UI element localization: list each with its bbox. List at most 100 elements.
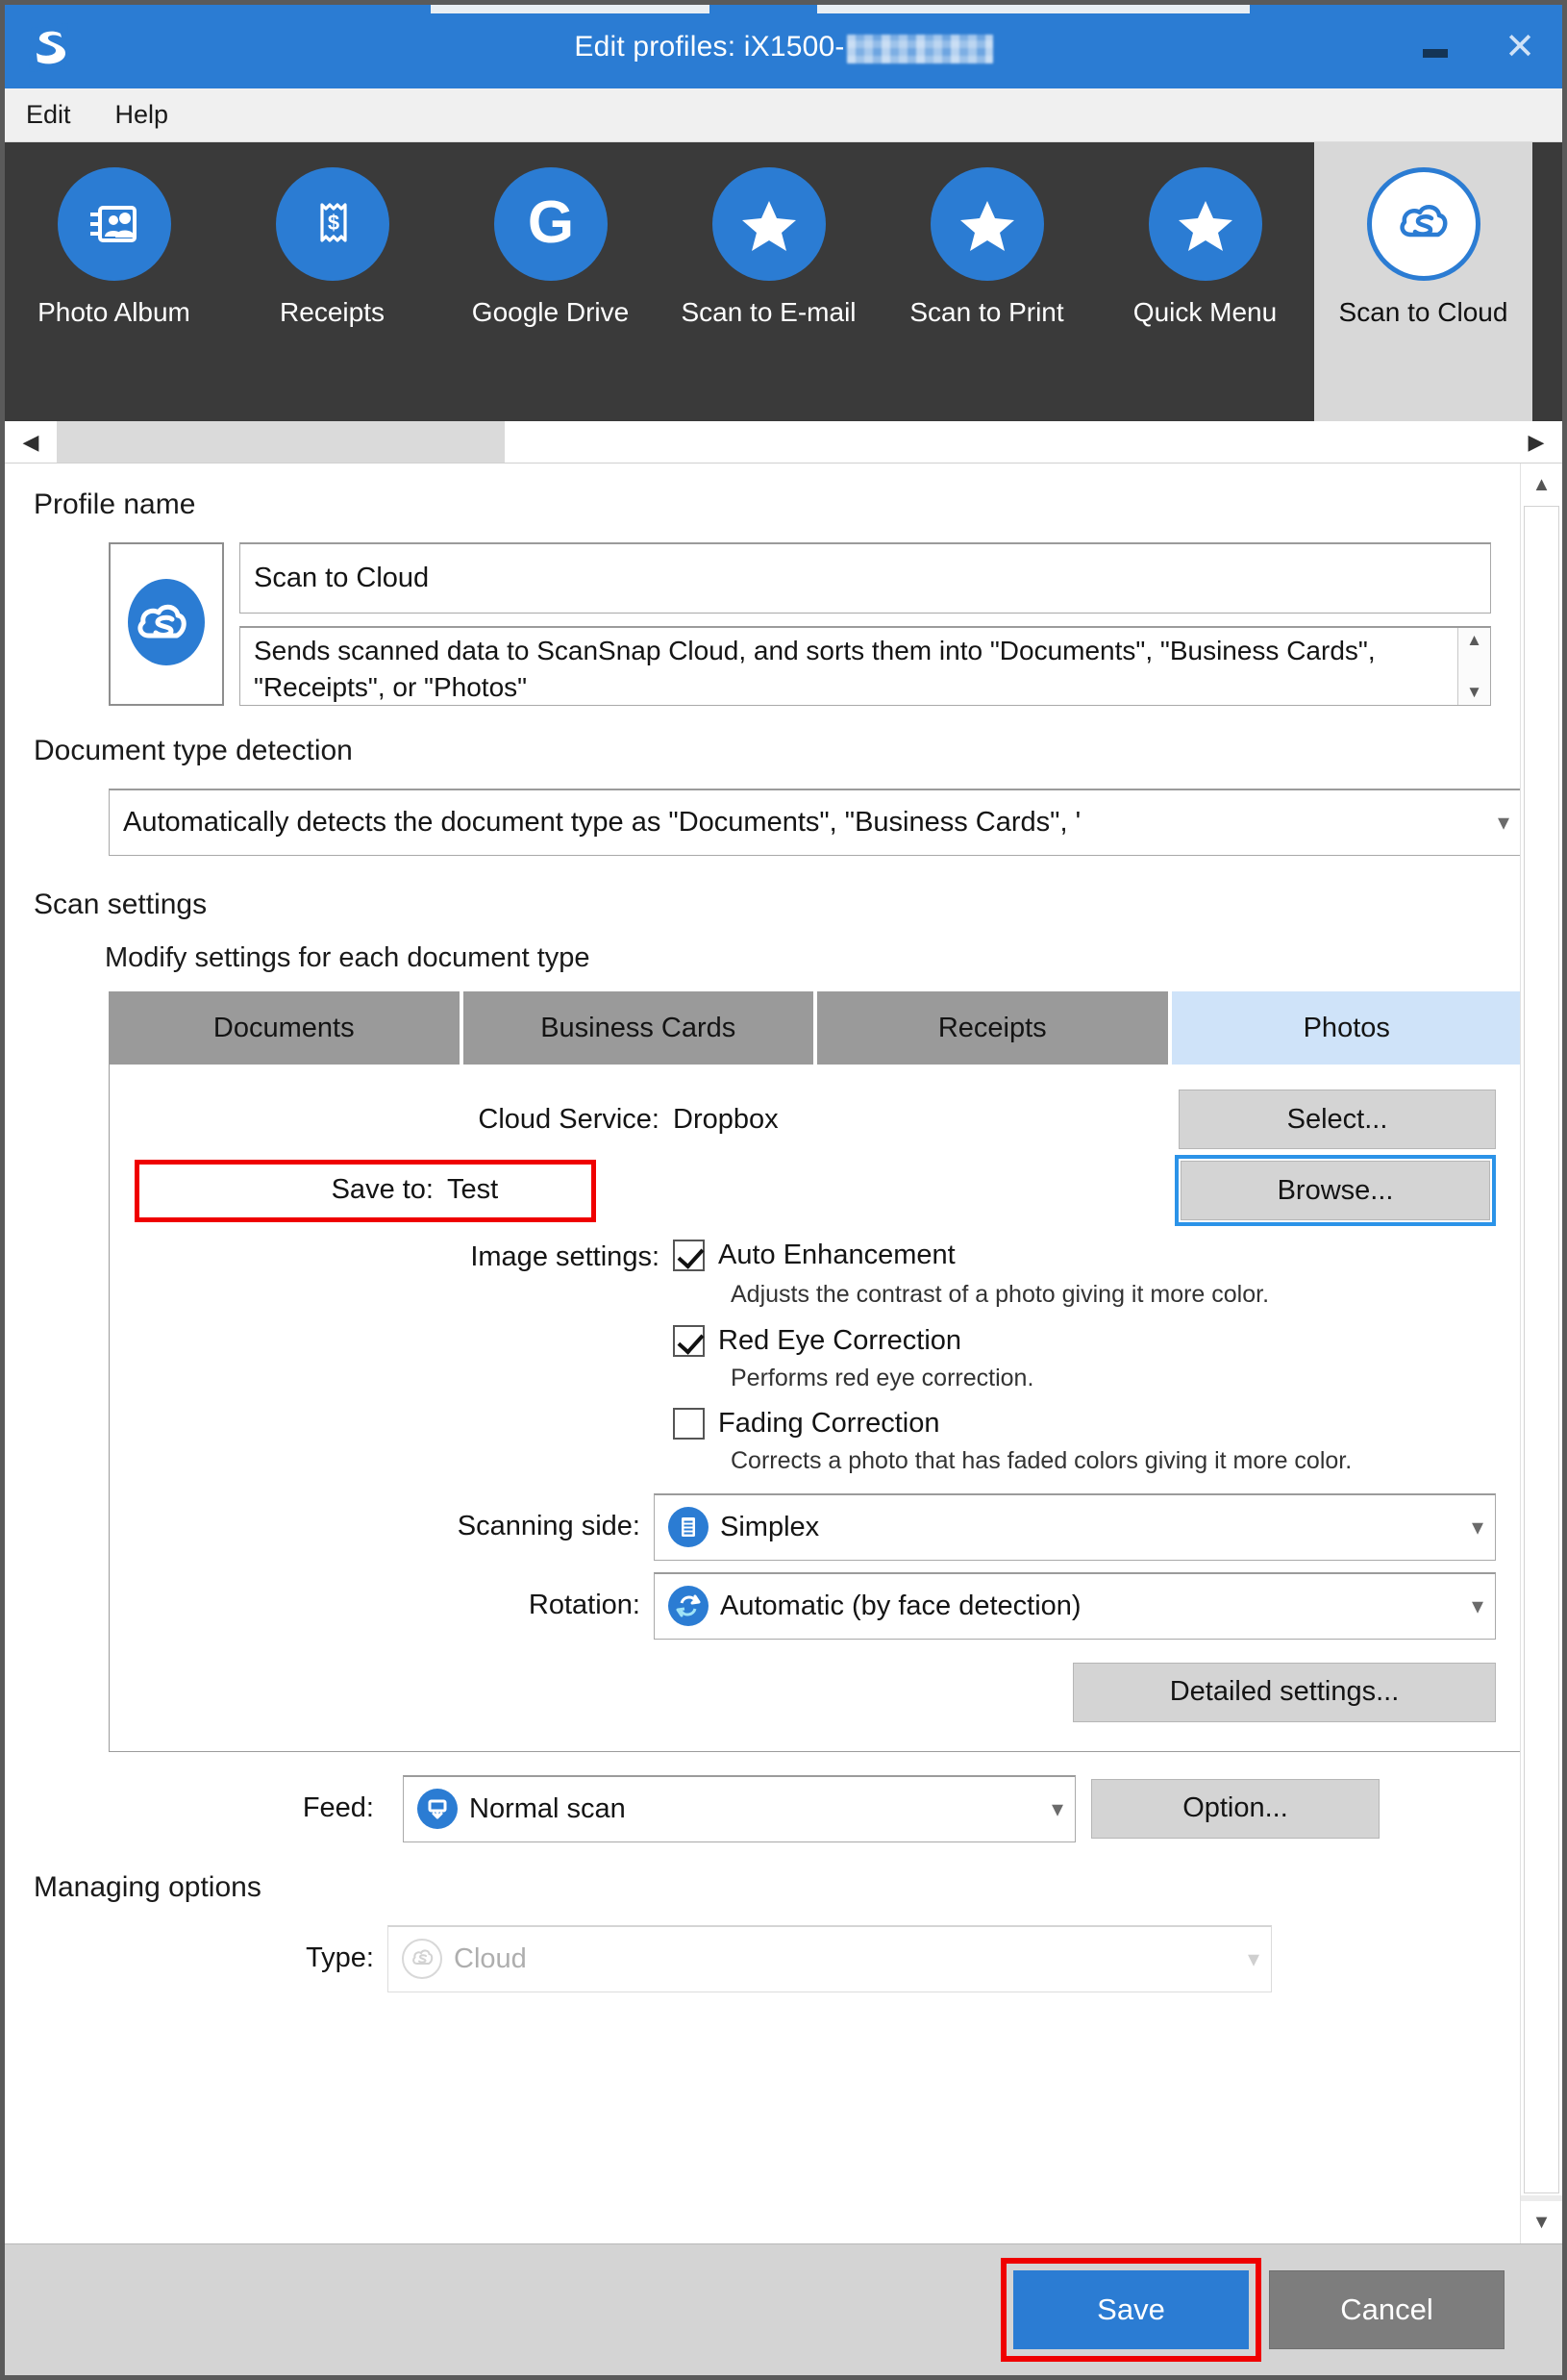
chevron-down-icon: ▾ <box>1471 1592 1483 1619</box>
window-title-text: Edit profiles: iX1500- <box>574 30 845 63</box>
fading-correction-description: Corrects a photo that has faded colors g… <box>731 1447 1353 1474</box>
profile-tile-scan-to-cloud[interactable]: Scan to Cloud <box>1314 142 1532 421</box>
vscrollbar-track-lower[interactable] <box>1521 2195 1562 2201</box>
save-to-value: Test <box>447 1173 499 1205</box>
scansnap-cloud-icon <box>120 576 212 673</box>
profile-tile-label: Scan to Print <box>909 297 1064 327</box>
window-controls: ✕ <box>1393 5 1562 88</box>
edit-profiles-window: Edit profiles: iX1500- ✕ Edit Help Photo… <box>0 0 1567 2380</box>
scroll-down-icon[interactable]: ▼ <box>1521 2201 1562 2243</box>
feed-select[interactable]: Normal scan ▾ <box>403 1774 1076 1842</box>
save-to-label: Save to: <box>331 1173 434 1205</box>
red-eye-correction-checkbox-row[interactable]: Red Eye Correction <box>673 1324 961 1357</box>
managing-type-label: Type: <box>306 1942 374 1973</box>
document-type-tabs-wrapper: Documents Business Cards Receipts Photos… <box>109 991 1520 1752</box>
auto-enhancement-checkbox[interactable] <box>673 1240 705 1271</box>
auto-enhancement-checkbox-row[interactable]: Auto Enhancement <box>673 1240 956 1271</box>
profile-tile-label: Photo Album <box>37 297 190 327</box>
redacted-serial <box>846 35 993 63</box>
profile-tile-label: Google Drive <box>471 297 630 327</box>
menu-bar: Edit Help <box>5 88 1562 142</box>
chevron-left-icon[interactable]: ◀ <box>5 421 57 463</box>
close-icon: ✕ <box>1505 26 1535 67</box>
profile-name-heading: Profile name <box>34 489 196 520</box>
select-cloud-service-button[interactable]: Select... <box>1179 1090 1496 1149</box>
settings-vertical-scrollbar[interactable]: ▲ ▼ <box>1520 463 1562 2243</box>
cloud-service-label: Cloud Service: <box>478 1103 659 1135</box>
profile-tile-quick-menu[interactable]: Quick Menu <box>1096 142 1314 421</box>
star-icon <box>930 167 1044 281</box>
profile-tile-label: Scan to Cloud <box>1338 297 1508 327</box>
feed-option-button[interactable]: Option... <box>1091 1778 1380 1839</box>
star-icon <box>711 167 826 281</box>
rotation-value: Automatic (by face detection) <box>720 1590 1082 1621</box>
scanning-side-select[interactable]: Simplex ▾ <box>654 1492 1496 1561</box>
profile-tile-google-drive[interactable]: G Google Drive <box>441 142 659 421</box>
vscrollbar-thumb[interactable] <box>1524 506 1559 2193</box>
feed-row: Feed: Normal scan ▾ Option... <box>109 1774 1520 1842</box>
hscrollbar-thumb[interactable] <box>57 421 505 463</box>
document-type-detection-heading: Document type detection <box>34 735 353 766</box>
profile-description-scrollbar[interactable]: ▲ ▼ <box>1457 628 1490 705</box>
browse-button-focus-ring: Browse... <box>1175 1155 1496 1226</box>
document-type-tabs: Documents Business Cards Receipts Photos <box>109 991 1520 1065</box>
image-settings-row: Image settings: Auto Enhancement <box>135 1240 1496 1273</box>
chevron-right-icon[interactable]: ▶ <box>1510 421 1562 463</box>
minimize-icon <box>1423 49 1448 58</box>
browse-button[interactable]: Browse... <box>1181 1161 1490 1220</box>
auto-enhancement-label: Auto Enhancement <box>718 1240 956 1270</box>
tab-receipts[interactable]: Receipts <box>817 991 1168 1065</box>
save-button-highlight-box: Save <box>1001 2258 1261 2362</box>
auto-enhancement-description: Adjusts the contrast of a photo giving i… <box>731 1281 1270 1308</box>
profile-tile-photo-album[interactable]: Photo Album <box>5 142 223 421</box>
minimize-button[interactable] <box>1393 5 1478 88</box>
red-eye-correction-checkbox[interactable] <box>673 1324 705 1357</box>
triangle-down-icon[interactable]: ▼ <box>1466 683 1482 702</box>
scansnap-cloud-icon <box>1366 167 1480 281</box>
profile-tile-receipts[interactable]: $ Receipts <box>223 142 441 421</box>
scanning-side-label: Scanning side: <box>457 1511 640 1541</box>
profile-strip-horizontal-scrollbar[interactable]: ◀ ▶ <box>5 421 1562 463</box>
fading-correction-checkbox[interactable] <box>673 1408 705 1440</box>
close-button[interactable]: ✕ <box>1478 5 1562 88</box>
profile-description-box[interactable]: Sends scanned data to ScanSnap Cloud, an… <box>239 626 1491 706</box>
tab-photos[interactable]: Photos <box>1171 991 1520 1065</box>
triangle-up-icon[interactable]: ▲ <box>1466 631 1482 650</box>
profile-description-text[interactable]: Sends scanned data to ScanSnap Cloud, an… <box>240 628 1457 705</box>
feed-label: Feed: <box>302 1792 374 1823</box>
photos-tab-panel: Cloud Service: Dropbox Select... Save to… <box>109 1065 1520 1752</box>
profile-name-fields: Scan to Cloud Sends scanned data to Scan… <box>239 542 1491 706</box>
chevron-down-icon: ▾ <box>1497 810 1509 836</box>
profile-tile-label: Scan to E-mail <box>681 297 857 327</box>
profile-name-input[interactable]: Scan to Cloud <box>239 542 1491 614</box>
managing-type-row: Type: Cloud ▾ <box>109 1924 1520 1992</box>
detailed-settings-button[interactable]: Detailed settings... <box>1073 1662 1496 1722</box>
cloud-service-value: Dropbox <box>673 1103 779 1135</box>
chevron-down-icon: ▾ <box>1247 1945 1259 1972</box>
tab-documents[interactable]: Documents <box>109 991 460 1065</box>
rotation-select[interactable]: Automatic (by face detection) ▾ <box>654 1571 1496 1640</box>
profile-thumbnail <box>109 542 224 706</box>
profile-name-row: Scan to Cloud Sends scanned data to Scan… <box>109 542 1491 706</box>
scroll-up-icon[interactable]: ▲ <box>1521 463 1562 506</box>
scan-settings-subheading: Modify settings for each document type <box>105 942 590 973</box>
profile-tile-scan-to-email[interactable]: Scan to E-mail <box>659 142 878 421</box>
profile-tile-scan-to-print[interactable]: Scan to Print <box>878 142 1096 421</box>
document-type-detection-value: Automatically detects the document type … <box>123 807 1082 838</box>
document-type-detection-select[interactable]: Automatically detects the document type … <box>109 789 1520 856</box>
menu-item-edit[interactable]: Edit <box>20 96 77 134</box>
hscrollbar-track[interactable] <box>57 421 1510 463</box>
tab-business-cards[interactable]: Business Cards <box>462 991 813 1065</box>
screenshot-artifact-strip <box>431 5 709 13</box>
rotate-icon <box>668 1586 709 1626</box>
menu-item-help[interactable]: Help <box>110 96 175 134</box>
receipt-icon: $ <box>275 167 389 281</box>
feed-icon <box>417 1789 458 1829</box>
profile-tile-label: Quick Menu <box>1132 297 1278 327</box>
save-button[interactable]: Save <box>1013 2270 1249 2349</box>
cancel-button[interactable]: Cancel <box>1269 2270 1505 2349</box>
fading-correction-checkbox-row[interactable]: Fading Correction <box>673 1408 940 1440</box>
feed-value: Normal scan <box>469 1792 626 1824</box>
chevron-down-icon: ▾ <box>1471 1514 1483 1541</box>
vscrollbar-track[interactable] <box>1521 506 1562 2201</box>
